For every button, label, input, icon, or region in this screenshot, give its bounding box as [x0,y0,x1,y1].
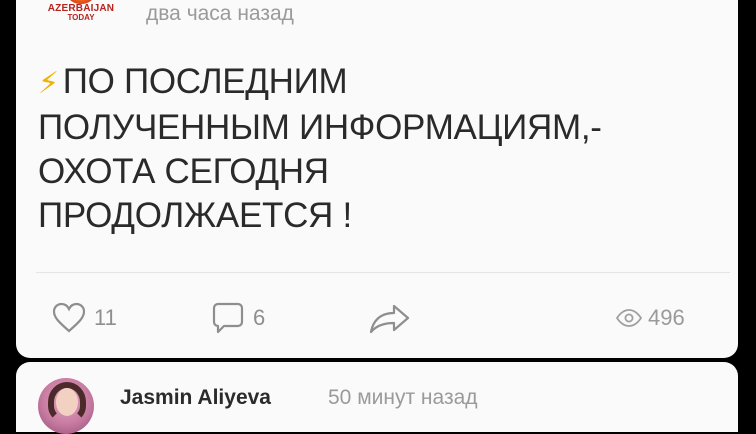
avatar-face [56,388,78,416]
divider [36,272,730,273]
post-text-line: ПОЛУЧЕННЫМ ИНФОРМАЦИЯМ,- [38,108,602,147]
views-count: 496 [648,305,685,330]
avatar[interactable] [38,378,94,434]
comment-button[interactable]: 6 [211,298,265,338]
like-count: 11 [94,305,117,330]
comment-count: 6 [253,305,266,330]
comment-timestamp: 50 минут назад [328,386,478,409]
post-text: ⚡ ПО ПОСЛЕДНИМ ПОЛУЧЕННЫМ ИНФОРМАЦИЯМ,- О… [38,60,728,238]
post-timestamp: два часа назад [146,2,294,25]
source-name-line2: TODAY [67,13,95,22]
lightning-icon: ⚡ [38,67,59,100]
post-text-line: ОХОТА СЕГОДНЯ [38,152,329,191]
source-logo[interactable]: AZERBAIJAN TODAY [46,0,116,38]
views-counter: 496 [616,298,685,338]
post-text-line: ⚡ ПО ПОСЛЕДНИМ [38,62,348,101]
comment-icon [212,302,244,334]
post-card: AZERBAIJAN TODAY два часа назад ⚡ ПО ПОСЛ… [16,0,738,358]
like-button[interactable]: 11 [52,298,117,338]
eye-icon [616,309,642,327]
comment-author[interactable]: Jasmin Aliyeva [120,386,271,410]
heart-icon [52,302,86,333]
post-text-line: ПРОДОЛЖАЕТСЯ ! [38,196,352,235]
share-icon [369,304,410,334]
share-button[interactable] [368,298,412,338]
